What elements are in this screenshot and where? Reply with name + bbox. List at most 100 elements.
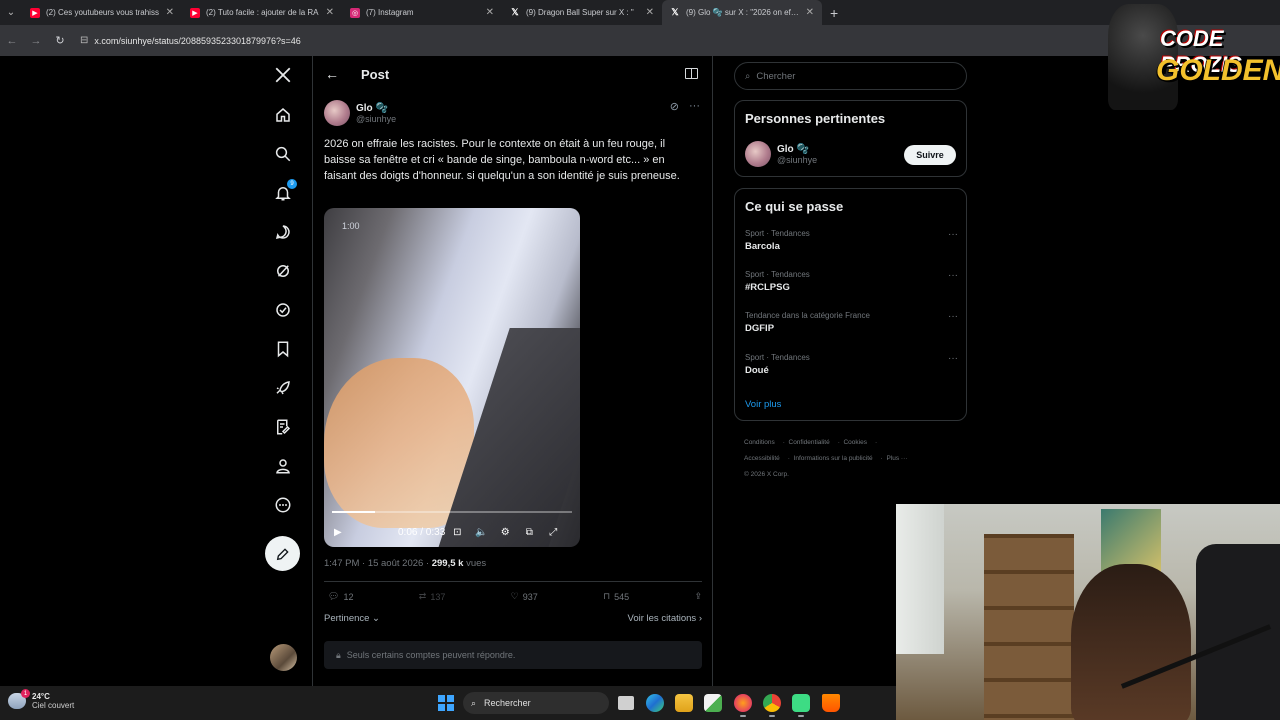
author-avatar[interactable] <box>324 100 350 126</box>
task-view-icon[interactable] <box>618 696 634 710</box>
weather-widget[interactable]: 1 24°C Ciel couvert <box>8 689 74 710</box>
profile-icon[interactable] <box>272 455 294 477</box>
tab-close-icon[interactable]: ✕ <box>166 7 174 18</box>
taskbar: 1 24°C Ciel couvert ⌕ Rechercher <box>0 686 896 720</box>
compose-post-button[interactable] <box>265 536 300 571</box>
relevant-user-name[interactable]: Glo 🫧 <box>777 144 817 155</box>
grok-icon[interactable]: ⊘ <box>670 100 679 113</box>
see-more-link[interactable]: Voir plus <box>745 399 781 410</box>
store-icon[interactable] <box>704 694 722 712</box>
new-tab-icon[interactable]: + <box>830 5 838 21</box>
fullscreen-icon[interactable]: ⤢ <box>541 527 565 538</box>
bookmarks-icon[interactable] <box>272 338 294 360</box>
edge-browser-icon[interactable] <box>646 694 664 712</box>
chevron-down-icon: ⌄ <box>369 613 381 624</box>
youtube-icon: ▶ <box>30 7 40 18</box>
video-player[interactable]: 1:00 ▶ 0:06 / 0:33 ⊡ 🔈 ⚙ ⧉ ⤢ <box>324 208 580 547</box>
more-options-icon[interactable] <box>272 494 294 516</box>
chrome-icon[interactable] <box>763 694 781 717</box>
footer-link[interactable]: Cookies <box>843 439 866 446</box>
trend-item[interactable]: Sport · Tendances Barcola ··· <box>745 229 958 252</box>
bookmark-button[interactable]: ⊓ 545 <box>603 591 629 602</box>
vlc-icon[interactable] <box>822 694 840 712</box>
more-dots-icon[interactable]: ··· <box>948 270 958 281</box>
footer-link[interactable]: Confidentialité <box>789 439 830 446</box>
verified-icon[interactable] <box>272 299 294 321</box>
browser-tab[interactable]: 𝕏 (9) Dragon Ball Super sur X : " ✕ <box>502 0 662 25</box>
more-dots-icon[interactable]: ··· <box>948 311 958 322</box>
captions-icon[interactable]: ⊡ <box>445 527 469 538</box>
grok-icon[interactable] <box>272 260 294 282</box>
footer-links: Conditions · Confidentialité · Cookies · Ac… <box>744 435 964 483</box>
account-avatar[interactable] <box>270 644 297 671</box>
jobs-rocket-icon[interactable] <box>272 377 294 399</box>
footer-link[interactable]: Accessibilité <box>744 455 780 462</box>
back-arrow-icon[interactable]: ← <box>0 35 24 47</box>
tab-close-icon[interactable]: ✕ <box>326 7 334 18</box>
post-timestamp[interactable]: 1:47 PM · 15 août 2026 · <box>324 558 432 569</box>
trend-item[interactable]: Tendance dans la catégorie France DGFIP … <box>745 311 958 334</box>
site-info-icon[interactable]: ⊟ <box>80 35 88 46</box>
search-placeholder: Chercher <box>756 70 796 82</box>
more-dots-icon[interactable]: ··· <box>948 229 958 240</box>
follow-button[interactable]: Suivre <box>904 145 956 165</box>
relevant-user[interactable]: Glo 🫧 @siunhye <box>745 141 817 167</box>
browser-tab[interactable]: ▶ (2) Ces youtubeurs vous trahiss ✕ <box>22 0 182 25</box>
firefox-icon[interactable] <box>734 694 752 717</box>
search-icon: ⌕ <box>471 697 477 708</box>
reload-icon[interactable]: ↻ <box>48 34 72 47</box>
x-logo-icon[interactable] <box>272 64 294 86</box>
sort-dropdown[interactable]: Pertinence ⌄ <box>324 613 380 624</box>
browser-tab-bar: ⌄ ▶ (2) Ces youtubeurs vous trahiss ✕ ▶ … <box>0 0 1280 25</box>
tab-close-icon[interactable]: ✕ <box>806 7 814 18</box>
more-dots-icon[interactable]: ··· <box>948 353 958 364</box>
author-name[interactable]: Glo 🫧 <box>356 103 396 114</box>
search-input[interactable]: ⌕ Chercher <box>734 62 967 90</box>
volume-icon[interactable]: 🔈 <box>469 527 493 538</box>
share-button[interactable]: ⇪ <box>694 591 702 602</box>
tab-close-icon[interactable]: ✕ <box>486 7 494 18</box>
author-handle[interactable]: @siunhye <box>356 114 396 124</box>
browser-tab[interactable]: ▶ (2) Tuto facile : ajouter de la RA ✕ <box>182 0 342 25</box>
tab-label: (7) Instagram <box>366 8 414 17</box>
tab-close-icon[interactable]: ✕ <box>646 7 654 18</box>
lists-icon[interactable] <box>272 416 294 438</box>
views-label: vues <box>463 558 487 569</box>
tab-search-chevron-icon[interactable]: ⌄ <box>0 0 22 25</box>
play-icon[interactable]: ▶ <box>334 527 348 538</box>
footer-link[interactable]: Conditions <box>744 439 775 446</box>
windows-start-icon[interactable] <box>438 695 454 711</box>
divider <box>324 581 702 582</box>
app-icon[interactable] <box>792 694 810 717</box>
search-icon[interactable] <box>272 143 294 165</box>
notifications-bell-icon[interactable]: 9 <box>272 179 297 204</box>
footer-link[interactable]: Plus ··· <box>886 455 907 462</box>
repost-button[interactable]: ⇄ 137 <box>419 591 446 602</box>
browser-tab-active[interactable]: 𝕏 (9) Glo 🫧 sur X : "2026 on effra ✕ <box>662 0 822 25</box>
view-quotes-link[interactable]: Voir les citations › <box>628 613 702 624</box>
back-arrow-icon[interactable]: ← <box>325 66 339 82</box>
messages-icon[interactable] <box>272 221 294 243</box>
video-progress-bar[interactable] <box>332 511 572 513</box>
lock-icon: 🔒︎ <box>336 649 341 660</box>
like-button[interactable]: ♡ 937 <box>511 591 538 602</box>
browser-tab[interactable]: ◎ (7) Instagram ✕ <box>342 0 502 25</box>
reply-button[interactable]: 💬︎ 12 <box>328 591 353 602</box>
home-icon[interactable] <box>272 104 294 126</box>
weather-badge: 1 <box>21 689 30 698</box>
post-column: ← Post Glo 🫧 @siunhye ⊘ ··· 2026 on effr… <box>312 56 713 686</box>
relevant-user-avatar[interactable] <box>745 141 771 167</box>
reader-mode-icon[interactable] <box>685 68 698 79</box>
trend-item[interactable]: Sport · Tendances Doué ··· <box>745 353 958 376</box>
picture-in-picture-icon[interactable]: ⧉ <box>517 527 541 538</box>
bookmark-count: 545 <box>614 591 630 602</box>
post-author[interactable]: Glo 🫧 @siunhye <box>324 100 396 126</box>
settings-gear-icon[interactable]: ⚙ <box>493 527 517 538</box>
trend-item[interactable]: Sport · Tendances #RCLPSG ··· <box>745 270 958 293</box>
file-explorer-icon[interactable] <box>675 694 693 712</box>
footer-link[interactable]: Informations sur la publicité <box>794 455 873 462</box>
taskbar-search[interactable]: ⌕ Rechercher <box>463 692 609 714</box>
more-dots-icon[interactable]: ··· <box>689 100 700 113</box>
url-field[interactable]: ⊟ x.com/siunhye/status/20885935233018799… <box>80 30 1090 52</box>
forward-arrow-icon[interactable]: → <box>24 35 48 47</box>
